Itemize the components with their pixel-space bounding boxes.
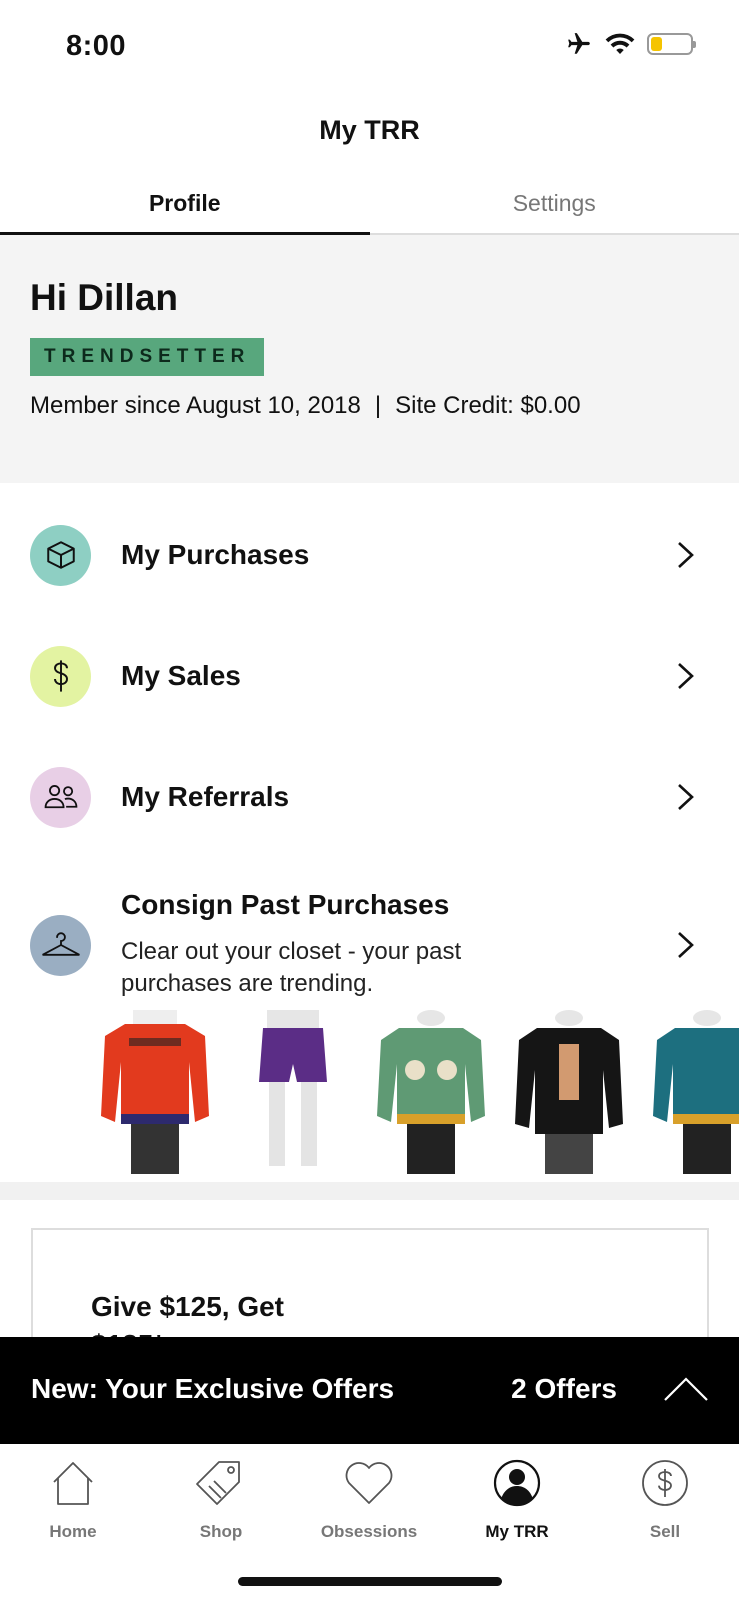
referrals-icon-circle: [30, 766, 91, 828]
sales-icon-circle: [30, 645, 91, 707]
offers-text: New: Your Exclusive Offers: [31, 1373, 395, 1404]
tier-badge: TRENDSETTER: [30, 338, 265, 376]
chevron-right-icon: [678, 663, 694, 689]
nav-label-sell: Sell: [649, 1522, 681, 1541]
nav-label-obsessions: Obsessions: [320, 1522, 418, 1541]
tab-bar: Profile Settings: [0, 178, 739, 235]
product-image-black-sweater[interactable]: [509, 1010, 629, 1175]
battery-icon: [647, 33, 696, 55]
user-icon: [493, 1459, 541, 1507]
status-bar: 8:00: [0, 0, 739, 95]
section-divider: [0, 1182, 739, 1200]
nav-sell[interactable]: Sell: [605, 1454, 725, 1542]
heart-icon: [345, 1462, 393, 1504]
menu-item-sales[interactable]: My Sales: [0, 626, 739, 726]
chevron-right-icon: [678, 932, 694, 958]
consign-title: Consign Past Purchases: [121, 889, 450, 920]
menu-label-referrals: My Referrals: [121, 781, 290, 812]
home-icon: [53, 1462, 93, 1505]
product-image-green-bomber[interactable]: [371, 1010, 491, 1175]
product-carousel[interactable]: [95, 1010, 739, 1175]
people-icon: [44, 785, 77, 809]
nav-label-shop: Shop: [199, 1522, 243, 1541]
box-icon: [46, 541, 75, 569]
chevron-right-icon: [678, 542, 694, 568]
nav-home[interactable]: Home: [13, 1454, 133, 1542]
menu-label-sales: My Sales: [121, 660, 241, 691]
tab-settings[interactable]: Settings: [370, 178, 739, 233]
hanger-icon: [41, 932, 80, 956]
member-separator: |: [374, 392, 382, 419]
bottom-nav: Home Shop Obsessions My TRR Sell: [0, 1444, 739, 1600]
exclusive-offers-bar[interactable]: New: Your Exclusive Offers 2 Offers: [0, 1337, 739, 1444]
dollar-circle-icon: [642, 1460, 688, 1506]
dollar-icon: [53, 660, 68, 692]
product-image-purple-shorts[interactable]: [233, 1010, 353, 1175]
tag-icon: [196, 1461, 240, 1505]
status-icons: [565, 31, 696, 57]
tab-profile[interactable]: Profile: [0, 178, 370, 235]
site-credit: Site Credit: $0.00: [395, 392, 581, 419]
product-image-teal-jacket[interactable]: [647, 1010, 739, 1175]
nav-my-trr[interactable]: My TRR: [457, 1454, 577, 1542]
offers-count: 2 Offers: [511, 1373, 617, 1404]
menu-item-referrals[interactable]: My Referrals: [0, 747, 739, 847]
nav-obsessions[interactable]: Obsessions: [309, 1454, 429, 1542]
page-title: My TRR: [319, 115, 420, 145]
purchases-icon-circle: [30, 524, 91, 586]
nav-label-my-trr: My TRR: [485, 1522, 549, 1541]
chevron-up-icon[interactable]: [663, 1375, 709, 1403]
airplane-icon: [568, 33, 590, 54]
nav-label-home: Home: [49, 1522, 97, 1541]
consign-description: Clear out your closet - your past purcha…: [121, 938, 462, 997]
chevron-right-icon: [678, 784, 694, 810]
greeting-panel: Hi Dillan TRENDSETTER Member since Augus…: [0, 235, 739, 483]
nav-shop[interactable]: Shop: [161, 1454, 281, 1542]
member-since: Member since August 10, 2018: [30, 392, 361, 419]
wifi-icon: [605, 33, 635, 54]
greeting-text: Hi Dillan: [30, 277, 179, 318]
menu-label-purchases: My Purchases: [121, 539, 310, 570]
consign-icon-circle: [30, 914, 91, 976]
status-time: 8:00: [66, 30, 127, 62]
product-image-red-jacket[interactable]: [95, 1010, 215, 1175]
menu-item-purchases[interactable]: My Purchases: [0, 505, 739, 605]
home-indicator: [238, 1577, 502, 1586]
member-info: Member since August 10, 2018 | Site Cred…: [30, 392, 581, 420]
